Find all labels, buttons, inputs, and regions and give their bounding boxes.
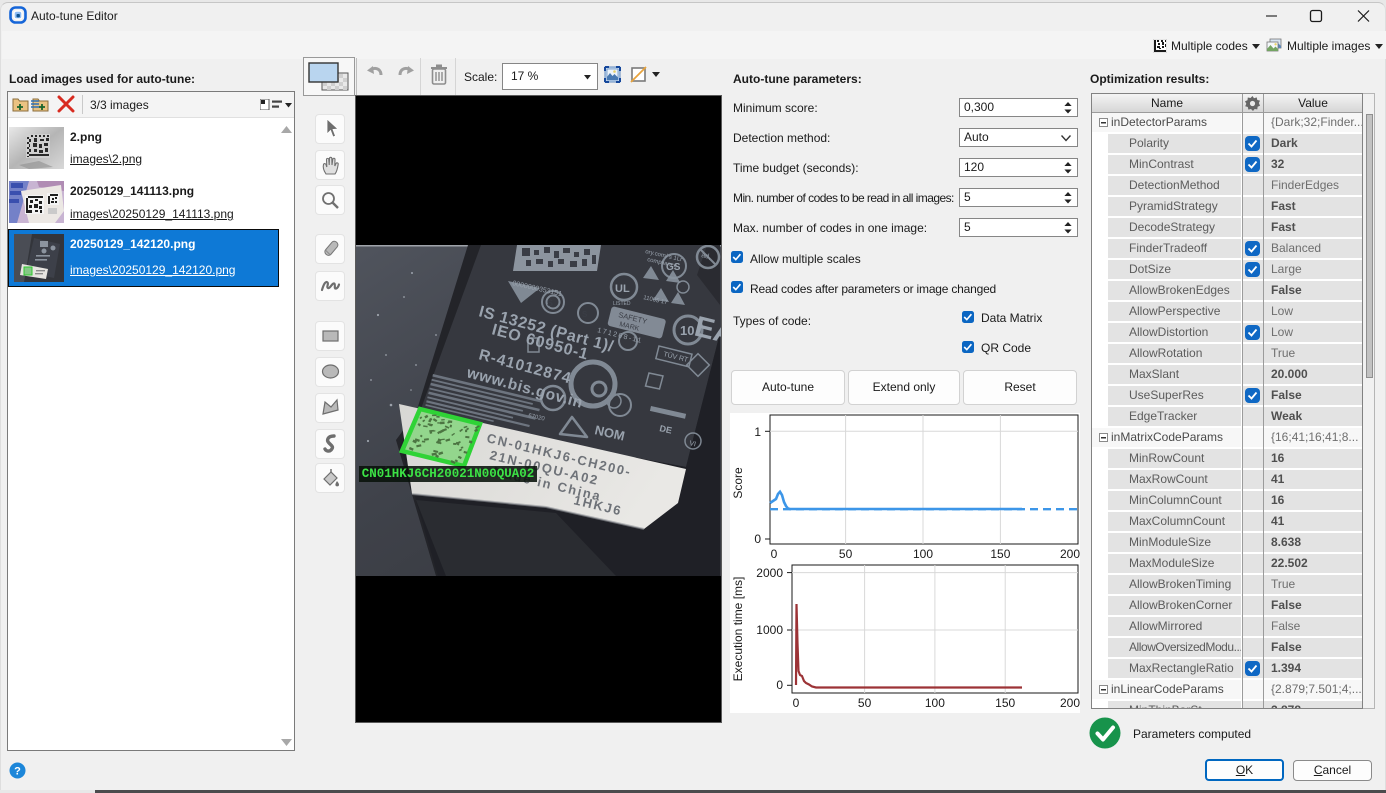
svg-text:2000: 2000 (756, 566, 783, 580)
svg-text:50: 50 (839, 547, 853, 561)
svg-text:0: 0 (771, 547, 778, 561)
svg-text:UL: UL (615, 283, 630, 295)
svg-text:1000: 1000 (756, 623, 783, 637)
svg-text:200: 200 (1060, 696, 1080, 710)
svg-text:200: 200 (1060, 547, 1080, 561)
svg-text:100: 100 (925, 696, 945, 710)
svg-text:0: 0 (793, 696, 800, 710)
svg-text:LISTED: LISTED (613, 301, 631, 307)
svg-text:50: 50 (858, 696, 872, 710)
svg-text:100: 100 (913, 547, 933, 561)
svg-text:S: S (547, 298, 553, 308)
svg-text:Execution time [ms]: Execution time [ms] (731, 577, 745, 682)
svg-text:150: 150 (990, 547, 1010, 561)
svg-text:0: 0 (754, 532, 761, 546)
svg-text:Score: Score (731, 467, 745, 499)
svg-text:1: 1 (754, 425, 761, 439)
svg-text:?: ? (14, 766, 21, 778)
svg-text:150: 150 (995, 696, 1015, 710)
svg-text:S: S (582, 310, 588, 319)
svg-text:0: 0 (776, 678, 783, 692)
